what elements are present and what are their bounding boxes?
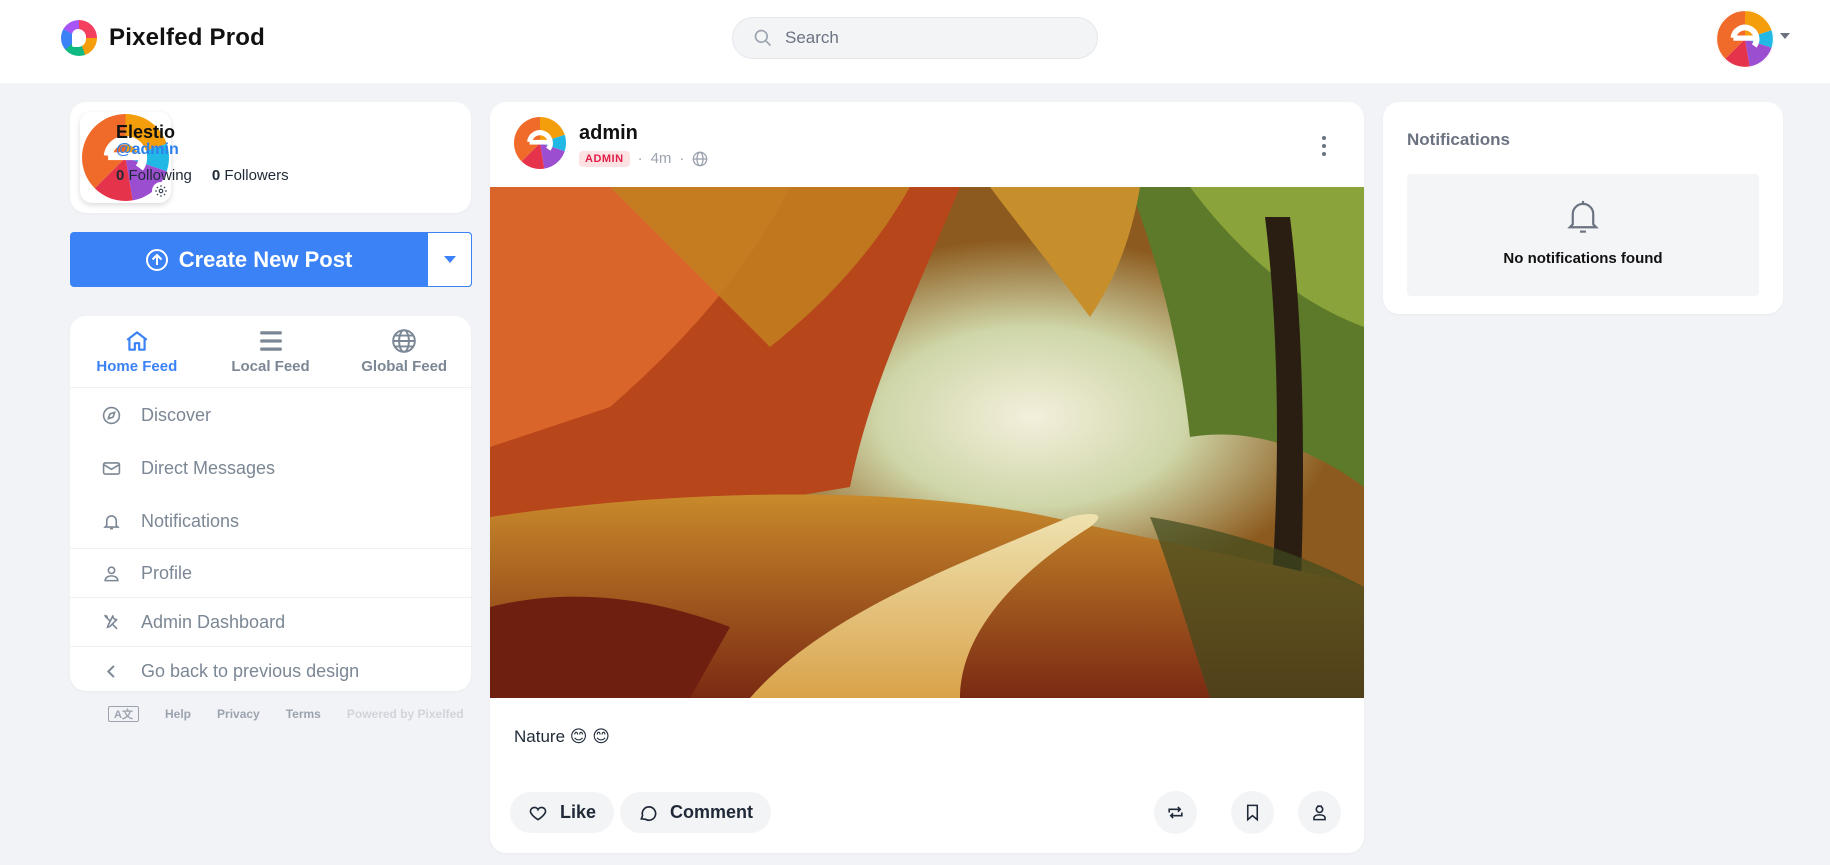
globe-icon xyxy=(392,329,416,353)
sidebar-item-discover[interactable]: Discover xyxy=(70,389,471,442)
tab-label: Local Feed xyxy=(231,358,310,375)
moderate-button[interactable] xyxy=(1298,791,1341,834)
tools-icon xyxy=(104,614,118,629)
post-caption: Nature 😊 😊 xyxy=(514,727,610,746)
user-shield-icon xyxy=(1313,805,1326,821)
dot xyxy=(1322,152,1326,156)
list-icon xyxy=(259,331,282,351)
like-button[interactable]: Like xyxy=(510,792,615,833)
share-button[interactable] xyxy=(1154,791,1197,834)
admin-badge: ADMIN xyxy=(579,150,630,167)
powered-by-link[interactable]: Powered by Pixelfed xyxy=(347,707,464,721)
notifications-title: Notifications xyxy=(1407,130,1510,149)
post-card: admin ADMIN · 4m · Nature 😊 😊 Like Comme… xyxy=(490,102,1364,853)
like-label: Like xyxy=(560,802,597,822)
sidebar-item-previous-design[interactable]: Go back to previous design xyxy=(70,646,471,695)
followers-stat[interactable]: 0 Followers xyxy=(212,167,289,184)
brand-link[interactable]: Pixelfed Prod xyxy=(61,20,265,56)
feed-tabs: Home Feed Local Feed Global Feed xyxy=(70,316,471,388)
followers-count: 0 xyxy=(211,167,221,184)
sidebar-item-label: Discover xyxy=(141,405,212,425)
bookmark-button[interactable] xyxy=(1231,791,1274,834)
autumn-forest-path-image xyxy=(490,187,1364,698)
meta-separator: · xyxy=(679,150,685,167)
gear-icon[interactable] xyxy=(152,182,170,200)
profile-stats: 0 Following 0 Followers xyxy=(116,167,289,184)
sidebar-item-label: Direct Messages xyxy=(141,458,276,478)
create-post-label: Create New Post xyxy=(178,246,353,272)
home-icon xyxy=(126,331,148,351)
search-bar[interactable] xyxy=(732,17,1098,59)
retweet-icon xyxy=(1168,806,1183,819)
comment-button[interactable]: Comment xyxy=(620,792,772,833)
following-count: 0 xyxy=(116,167,125,184)
help-link[interactable]: Help xyxy=(165,707,191,721)
tab-global-feed[interactable]: Global Feed xyxy=(337,316,471,387)
comment-icon xyxy=(640,805,657,821)
following-stat[interactable]: 0 Following xyxy=(116,167,192,184)
sidebar-item-profile[interactable]: Profile xyxy=(70,548,471,597)
caret-down-icon xyxy=(443,256,456,263)
profile-handle[interactable]: @admin xyxy=(116,141,179,159)
brand-name: Pixelfed Prod xyxy=(109,24,265,51)
sidebar-item-label: Profile xyxy=(141,562,193,583)
sidebar-item-admin-dashboard[interactable]: Admin Dashboard xyxy=(70,597,471,646)
footer-links: A文 Help Privacy Terms Powered by Pixelfe… xyxy=(108,706,464,722)
search-input[interactable] xyxy=(785,28,1085,48)
dot xyxy=(1322,136,1326,140)
create-post-group: Create New Post xyxy=(70,232,472,287)
sidebar-item-label: Go back to previous design xyxy=(141,660,360,681)
meta-separator: · xyxy=(637,150,643,167)
arrow-up-circle-icon xyxy=(145,248,168,271)
post-options-button[interactable] xyxy=(1314,134,1334,158)
followers-label: Followers xyxy=(224,167,289,184)
heart-icon xyxy=(529,806,547,821)
create-post-button[interactable]: Create New Post xyxy=(70,232,427,287)
sidebar-item-notifications[interactable]: Notifications xyxy=(70,495,471,548)
envelope-icon xyxy=(102,462,121,475)
user-menu-avatar[interactable] xyxy=(1716,10,1774,68)
elestio-avatar-icon xyxy=(514,117,566,169)
sidebar-item-label: Admin Dashboard xyxy=(141,611,286,632)
globe-icon xyxy=(693,151,708,166)
chevron-down-icon[interactable] xyxy=(1780,33,1790,39)
search-icon xyxy=(754,29,772,47)
bookmark-icon xyxy=(1246,804,1259,822)
notifications-card: Notifications No notifications found xyxy=(1383,102,1783,314)
sidebar-item-label: Notifications xyxy=(141,511,240,531)
tab-home-feed[interactable]: Home Feed xyxy=(70,316,204,387)
tab-label: Home Feed xyxy=(96,358,178,375)
bell-icon xyxy=(103,515,120,530)
following-label: Following xyxy=(128,167,192,184)
top-navbar: Pixelfed Prod xyxy=(0,0,1830,83)
chevron-left-icon xyxy=(106,664,115,678)
language-icon[interactable]: A文 xyxy=(108,706,139,722)
sidebar-item-direct-messages[interactable]: Direct Messages xyxy=(70,442,471,495)
comment-label: Comment xyxy=(670,802,754,822)
tab-label: Global Feed xyxy=(361,358,448,375)
post-image[interactable] xyxy=(490,187,1364,698)
pixelfed-logo-icon xyxy=(61,20,97,56)
sidebar-nav-card: Home Feed Local Feed Global Feed Discove… xyxy=(70,316,471,691)
dot xyxy=(1322,144,1326,148)
profile-display-name[interactable]: Elestio xyxy=(116,122,175,143)
terms-link[interactable]: Terms xyxy=(286,707,321,721)
notifications-empty-state: No notifications found xyxy=(1407,174,1759,296)
post-timestamp[interactable]: 4m xyxy=(651,150,672,167)
compass-icon xyxy=(102,406,121,425)
elestio-avatar-icon xyxy=(1716,10,1774,68)
notifications-empty-text: No notifications found xyxy=(1503,250,1663,267)
bell-icon xyxy=(1567,200,1599,233)
post-author-username[interactable]: admin xyxy=(579,122,638,145)
tab-local-feed[interactable]: Local Feed xyxy=(204,316,338,387)
post-meta: ADMIN · 4m · xyxy=(579,150,708,167)
privacy-link[interactable]: Privacy xyxy=(217,707,260,721)
post-author-avatar[interactable] xyxy=(514,117,566,169)
user-icon xyxy=(104,565,119,581)
sidebar-nav-list: Discover Direct Messages Notifications P… xyxy=(70,389,471,695)
create-post-dropdown-button[interactable] xyxy=(427,232,472,287)
